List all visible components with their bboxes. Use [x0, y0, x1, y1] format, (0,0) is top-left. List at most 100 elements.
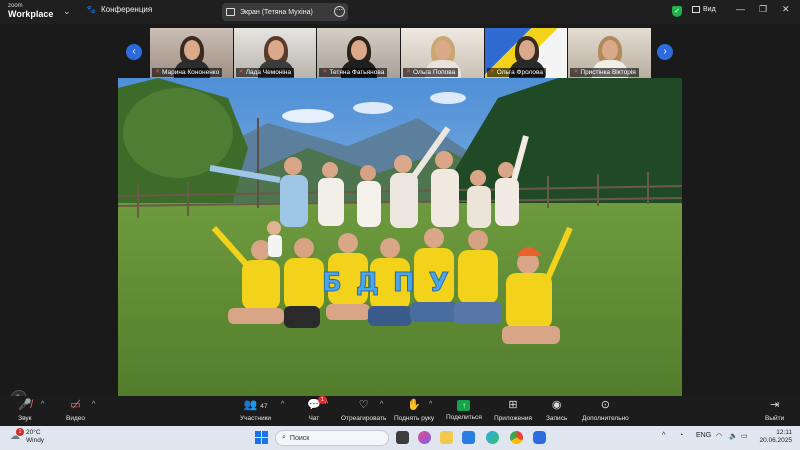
- sign-letters: БДПУ: [322, 268, 463, 298]
- tray-app-icon[interactable]: ◔: [679, 432, 683, 439]
- participant-tile[interactable]: ✕ Тетяна Фатьянова: [317, 28, 401, 78]
- wifi-icon[interactable]: ◠: [716, 432, 722, 440]
- participant-tile[interactable]: ✕ Пристінка Вікторія: [568, 28, 652, 78]
- weather-temp: 20°C: [26, 429, 41, 436]
- zoom-logo: zoom Workplace: [8, 3, 53, 19]
- brand-name: Workplace: [8, 9, 54, 19]
- leave-button[interactable]: ⇥ Выйти: [765, 398, 784, 422]
- shared-screen-photo: БДПУ: [118, 78, 682, 416]
- more-icon[interactable]: ⋯: [334, 6, 345, 17]
- restore-icon[interactable]: ❐: [759, 4, 767, 15]
- participant-tile[interactable]: ✕ Лада Чемоніна: [233, 28, 317, 78]
- people-icon: 👥 47: [243, 399, 268, 411]
- participant-tile[interactable]: ✕ Ольга Попова: [401, 28, 484, 78]
- mic-muted-icon: ✕: [238, 69, 244, 75]
- share-button[interactable]: ↑ Поделиться: [446, 398, 482, 421]
- screen-share-label: Экран (Тетяна Мухіна): [240, 8, 313, 16]
- raise-hand-caret-icon[interactable]: ^: [429, 401, 432, 408]
- leave-label: Выйти: [765, 415, 785, 422]
- shield-icon[interactable]: ✓: [672, 6, 682, 17]
- chevron-down-icon[interactable]: ⌄: [63, 6, 71, 17]
- participant-name: Пристінка Вікторія: [580, 69, 636, 76]
- volume-icon[interactable]: 🔈: [729, 432, 738, 440]
- taskbar-search[interactable]: ⌕ Поиск: [275, 430, 389, 446]
- video-label: Видео: [66, 415, 85, 422]
- chat-caret-icon[interactable]: ^: [325, 401, 328, 408]
- os-taskbar: ☁ 1 20°C Windy ⌕ Поиск ^ ◔ ENG ◠ 🔈 ▭ 12:1…: [0, 426, 800, 450]
- battery-icon[interactable]: ▭: [741, 432, 748, 440]
- participant-tile[interactable]: ✕ Ольга Фролова: [484, 28, 568, 78]
- participants-count: 47: [260, 403, 268, 410]
- grid-icon: [692, 6, 700, 13]
- search-placeholder: Поиск: [289, 434, 310, 442]
- chat-button[interactable]: 💬 1 Чат: [307, 396, 327, 422]
- participant-name: Лада Чемоніна: [245, 69, 292, 76]
- participant-name-tag: ✕ Ольга Фролова: [486, 68, 547, 77]
- meeting-tab[interactable]: 🐾 Конференция: [86, 5, 152, 14]
- copilot-icon[interactable]: [418, 431, 431, 444]
- video-off-icon: ▭̸: [70, 399, 81, 411]
- record-label: Запись: [546, 415, 568, 422]
- participant-name-tag: ✕ Тетяна Фатьянова: [319, 68, 388, 77]
- participant-name: Ольга Попова: [413, 69, 456, 76]
- minimize-icon[interactable]: —: [736, 4, 745, 14]
- participant-strip: ✕ Марина Кононенко ✕ Лада Чемоніна ✕ Тетяна…: [150, 28, 652, 78]
- system-clock[interactable]: 12:11 20.06.2025: [752, 429, 792, 445]
- prev-page-arrow-icon[interactable]: ‹: [126, 44, 142, 60]
- search-icon: ⌕: [282, 434, 286, 441]
- apps-button[interactable]: ⊞ Приложения: [494, 398, 532, 422]
- next-page-arrow-icon[interactable]: ›: [657, 44, 673, 60]
- weather-badge: 1: [16, 428, 24, 436]
- weather-widget[interactable]: ☁ 1 20°C Windy: [10, 428, 44, 445]
- paw-icon: 🐾: [86, 5, 96, 14]
- edge-icon[interactable]: [486, 431, 499, 444]
- react-caret-icon[interactable]: ^: [380, 401, 383, 408]
- mic-muted-icon: ✕: [406, 69, 412, 75]
- video-button[interactable]: ▭̸ Видео: [66, 398, 85, 422]
- share-screen-icon: ↑: [457, 400, 471, 411]
- heart-icon: ♡: [358, 399, 369, 411]
- record-icon: ◉: [551, 399, 562, 411]
- more-label: Дополнительно: [582, 415, 629, 422]
- audio-button[interactable]: 🎤̸ Звук: [18, 398, 32, 422]
- view-label: Вид: [703, 6, 716, 13]
- close-icon[interactable]: ✕: [782, 4, 790, 15]
- video-options-caret-icon[interactable]: ^: [92, 401, 95, 408]
- weather-icon: ☁ 1: [10, 428, 24, 443]
- app-icon[interactable]: [462, 431, 475, 444]
- zoom-taskbar-icon[interactable]: [533, 431, 546, 444]
- tray-chevron-icon[interactable]: ^: [662, 432, 665, 439]
- screen-share-indicator[interactable]: Экран (Тетяна Мухіна) ⋯: [222, 3, 348, 21]
- meeting-stage: ‹ › ✕ Марина Кононенко ✕ Лада Чемоніна ✕ Те…: [0, 24, 800, 416]
- clock-date: 20.06.2025: [759, 437, 792, 444]
- participants-button[interactable]: 👥 47 Участники: [240, 398, 271, 422]
- participant-tile[interactable]: ✕ Марина Кононенко: [150, 28, 233, 78]
- participants-caret-icon[interactable]: ^: [281, 401, 284, 408]
- title-bar: zoom Workplace ⌄ 🐾 Конференция Экран (Те…: [0, 0, 800, 24]
- record-button[interactable]: ◉ Запись: [546, 398, 567, 422]
- share-label: Поделиться: [446, 414, 482, 421]
- participant-name: Тетяна Фатьянова: [329, 69, 385, 76]
- more-button[interactable]: ⊙ Дополнительно: [582, 398, 629, 422]
- view-button[interactable]: Вид: [692, 6, 716, 13]
- apps-label: Приложения: [494, 415, 533, 422]
- react-label: Отреагировать: [341, 415, 387, 422]
- audio-options-caret-icon[interactable]: ^: [41, 401, 44, 408]
- language-indicator[interactable]: ENG: [696, 432, 711, 439]
- chrome-icon[interactable]: [510, 431, 523, 444]
- participant-name-tag: ✕ Лада Чемоніна: [235, 68, 295, 77]
- start-button[interactable]: [255, 431, 268, 444]
- meeting-toolbar: 🎤̸ Звук ^ ▭̸ Видео ^ 👥 47 Участники ^ 💬 1 …: [0, 396, 800, 426]
- mic-muted-icon: ✕: [573, 69, 579, 75]
- hand-icon: ✋: [407, 399, 421, 411]
- file-explorer-icon[interactable]: [440, 431, 453, 444]
- task-view-icon[interactable]: [396, 431, 409, 444]
- participant-name: Марина Кононенко: [162, 69, 220, 76]
- raise-hand-label: Поднять руку: [394, 415, 435, 422]
- apps-icon: ⊞: [508, 399, 518, 411]
- participant-name-tag: ✕ Пристінка Вікторія: [570, 68, 639, 77]
- audio-label: Звук: [18, 415, 32, 422]
- chat-label: Чат: [308, 415, 320, 422]
- mic-muted-icon: 🎤̸: [18, 399, 32, 411]
- more-icon: ⊙: [600, 399, 610, 411]
